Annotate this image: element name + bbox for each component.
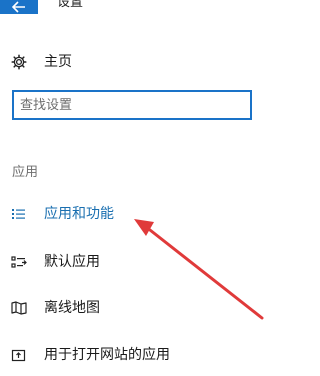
open-link-icon bbox=[11, 347, 27, 363]
section-header: 应用 bbox=[12, 165, 39, 180]
search-input[interactable] bbox=[20, 96, 245, 114]
gear-icon bbox=[11, 54, 27, 70]
search-box[interactable] bbox=[12, 90, 252, 120]
map-icon bbox=[11, 300, 27, 316]
list-icon bbox=[11, 206, 27, 222]
default-apps-icon bbox=[11, 254, 27, 270]
back-button[interactable] bbox=[0, 0, 38, 14]
nav-item-default-apps-label: 默认应用 bbox=[44, 254, 100, 270]
window-title: 设置 bbox=[57, 0, 84, 10]
nav-item-home-label: 主页 bbox=[44, 54, 72, 70]
nav-item-home[interactable]: 主页 bbox=[0, 49, 266, 75]
nav-item-apps-for-websites[interactable]: 用于打开网站的应用 bbox=[0, 342, 266, 368]
nav-item-apps-features[interactable]: 应用和功能 bbox=[0, 201, 266, 227]
nav-item-default-apps[interactable]: 默认应用 bbox=[0, 249, 266, 275]
title-bar: 设置 bbox=[0, 0, 266, 14]
nav-item-apps-features-label: 应用和功能 bbox=[44, 206, 114, 222]
nav-item-offline-maps[interactable]: 离线地图 bbox=[0, 295, 266, 321]
arrow-left-icon bbox=[11, 0, 26, 17]
nav-item-apps-for-websites-label: 用于打开网站的应用 bbox=[44, 347, 170, 363]
nav-item-offline-maps-label: 离线地图 bbox=[44, 300, 100, 316]
